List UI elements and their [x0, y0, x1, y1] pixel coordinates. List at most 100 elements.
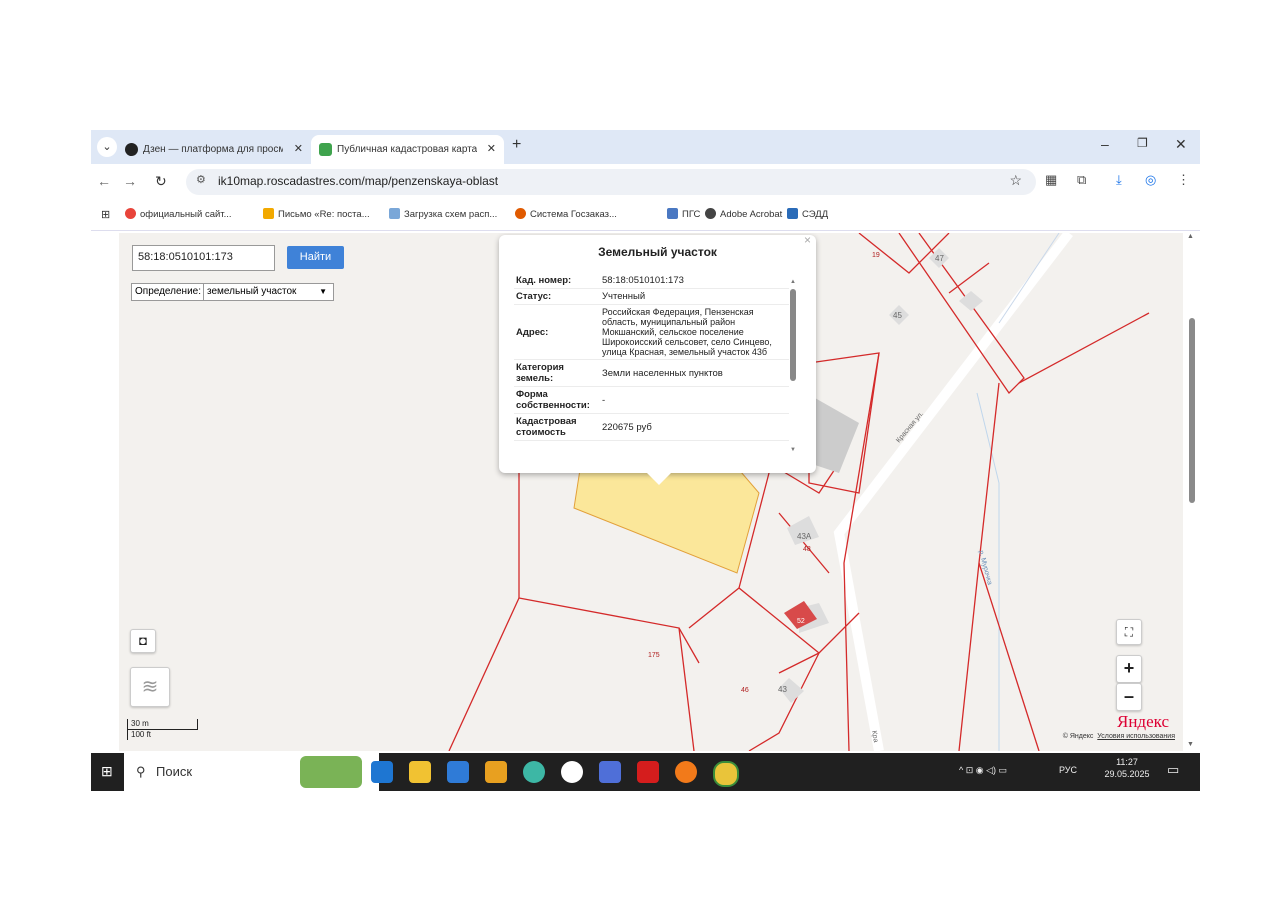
attr-key: Категория земель: [514, 359, 600, 387]
zoom-in-button[interactable]: + [1116, 655, 1142, 683]
chevron-down-icon: ▼ [319, 287, 327, 296]
scrollbar-thumb[interactable] [790, 289, 796, 381]
chevron-up-icon[interactable]: ▲ [790, 279, 796, 285]
house-number: 45 [893, 311, 902, 320]
definition-selected: земельный участок [207, 286, 297, 297]
forward-icon[interactable]: → [123, 173, 137, 189]
clock-time: 11:27 [1116, 757, 1138, 767]
house-number: 52 [797, 618, 805, 625]
table-row: Кадастровая стоимость 220675 руб [514, 413, 789, 441]
chrome-icon[interactable] [713, 761, 739, 787]
parcel-attributes-table: Кад. номер: 58:18:0510101:173 Статус: Учте… [514, 273, 789, 441]
parcel-number: 48 [803, 546, 811, 553]
chevron-up-icon[interactable]: ▲ [1187, 233, 1194, 240]
popup-pointer [645, 471, 673, 485]
bookmark-item[interactable]: Загрузка схем расп... [389, 208, 497, 220]
table-row: Форма собственности: - [514, 386, 789, 414]
fullscreen-icon: ⛶ [1124, 625, 1134, 639]
tab-dzen[interactable]: Дзен — платформа для просм ✕ [117, 135, 311, 164]
tab-cadastral-map[interactable]: Публичная кадастровая карта ✕ [311, 135, 504, 164]
close-window-button[interactable]: ✕ [1175, 136, 1187, 153]
attr-value: Российская Федерация, Пензенская область… [600, 304, 789, 360]
language-indicator[interactable]: РУС [1059, 765, 1077, 775]
layers-button[interactable]: ≋ [130, 667, 170, 707]
address-row: ← → ↻ ⚙ ik10map.roscadastres.com/map/pen… [91, 164, 1200, 200]
tab-bar: ⌄ Дзен — платформа для просм ✕ Публичная… [91, 130, 1200, 164]
attr-value: 220675 руб [600, 413, 789, 441]
chevron-down-icon[interactable]: ▼ [790, 447, 796, 453]
yandex-icon [125, 208, 136, 219]
definition-label: Определение: [135, 286, 202, 297]
restore-button[interactable]: ❐ [1137, 136, 1148, 150]
minimize-button[interactable]: – [1101, 136, 1109, 152]
definition-select[interactable]: Определение: земельный участок ▼ [131, 283, 334, 301]
menu-icon[interactable]: ⋮ [1177, 172, 1190, 188]
url-text[interactable]: ik10map.roscadastres.com/map/penzenskaya… [218, 174, 498, 188]
layers-icon: ≋ [141, 676, 159, 698]
save-disk-icon[interactable] [599, 761, 621, 783]
firefox-icon[interactable] [675, 761, 697, 783]
chevron-down-icon[interactable]: ▼ [1187, 741, 1194, 748]
find-button[interactable]: Найти [287, 246, 344, 269]
fullscreen-button[interactable]: ⛶ [1116, 619, 1142, 645]
edge-new-icon[interactable] [523, 761, 545, 783]
parcel-info-popup: × Земельный участок Кад. номер: 58:18:051… [499, 233, 816, 485]
map-icon [319, 143, 332, 156]
cadastral-map[interactable]: 19 47 45 Красная ул. 43А 48 52 175 46 43… [119, 233, 1183, 751]
windows-taskbar: ⊞ ⚲ Поиск ^ ⊡ ◉ ◁) ▭ РУС 11:27 29.05.202… [91, 753, 1200, 791]
ruler-button[interactable]: ◘ [130, 629, 156, 653]
pdf-app-icon[interactable] [637, 761, 659, 783]
windows-start-icon[interactable]: ⊞ [101, 763, 113, 780]
close-icon[interactable]: ✕ [487, 135, 496, 164]
reload-icon[interactable]: ↻ [155, 173, 167, 190]
attr-value: Учтенный [600, 288, 789, 305]
back-icon[interactable]: ← [97, 173, 111, 189]
notifications-icon[interactable]: ▭ [1167, 762, 1179, 778]
definition-value[interactable]: земельный участок ▼ [203, 284, 331, 300]
attr-key: Кадастровая стоимость [514, 413, 600, 441]
parcel-number: 175 [648, 652, 660, 659]
taskbar-search[interactable]: ⚲ Поиск [124, 753, 379, 791]
square-icon: ◘ [139, 633, 147, 648]
bookmark-star-icon[interactable]: ☆ [1009, 172, 1022, 189]
clock[interactable]: 11:27 29.05.2025 [1101, 757, 1153, 779]
dzen-icon [125, 143, 138, 156]
new-tab-button[interactable]: + [512, 136, 521, 154]
tab-search-button[interactable]: ⌄ [97, 137, 117, 157]
bookmark-label: Письмо «Re: поста... [278, 209, 370, 220]
popup-scrollbar[interactable]: ▲ ▼ [790, 279, 796, 455]
apps-icon[interactable]: ⊞ [101, 208, 110, 221]
bookmark-item[interactable]: ПГС [667, 208, 700, 220]
cadastral-search-field[interactable] [132, 245, 275, 271]
extension-icon[interactable]: ▦ [1045, 172, 1057, 188]
bookmark-item[interactable]: Система Госзаказ... [515, 208, 617, 220]
address-bar[interactable]: ⚙ ik10map.roscadastres.com/map/penzenska… [186, 169, 1036, 195]
tab-title: Публичная кадастровая карта [337, 144, 477, 155]
clock-date: 29.05.2025 [1104, 769, 1150, 779]
bookmark-item[interactable]: СЭДД [787, 208, 828, 220]
briefcase-icon [787, 208, 798, 219]
page-scrollbar[interactable]: ▲ ▼ [1183, 233, 1200, 751]
sum-app-icon[interactable] [485, 761, 507, 783]
site-info-icon[interactable]: ⚙ [196, 173, 206, 186]
bookmark-item[interactable]: Adobe Acrobat [705, 208, 782, 220]
extensions-puzzle-icon[interactable]: ⧉ [1077, 172, 1086, 188]
yandex-browser-icon[interactable] [561, 761, 583, 783]
profile-icon[interactable]: ◎ [1145, 172, 1156, 188]
terms-link[interactable]: Условия использования [1097, 733, 1175, 740]
bookmark-item[interactable]: Письмо «Re: поста... [263, 208, 370, 220]
attr-value: 58:18:0510101:173 [600, 273, 789, 289]
bookmark-label: Adobe Acrobat [720, 209, 783, 220]
bookmark-item[interactable]: официальный сайт... [125, 208, 232, 220]
scrollbar-thumb[interactable] [1189, 318, 1195, 503]
tray-icons[interactable]: ^ ⊡ ◉ ◁) ▭ [959, 765, 1007, 776]
zoom-out-button[interactable]: – [1116, 683, 1142, 711]
bookmark-label: Система Госзаказ... [530, 209, 617, 220]
cadastral-search-input[interactable] [133, 246, 273, 268]
file-explorer-icon[interactable] [409, 761, 431, 783]
close-icon[interactable]: ✕ [294, 135, 303, 164]
house-number: 43 [778, 685, 787, 694]
outlook-icon[interactable] [447, 761, 469, 783]
edge-icon[interactable] [371, 761, 393, 783]
download-icon[interactable]: ⤓ [1116, 172, 1122, 188]
